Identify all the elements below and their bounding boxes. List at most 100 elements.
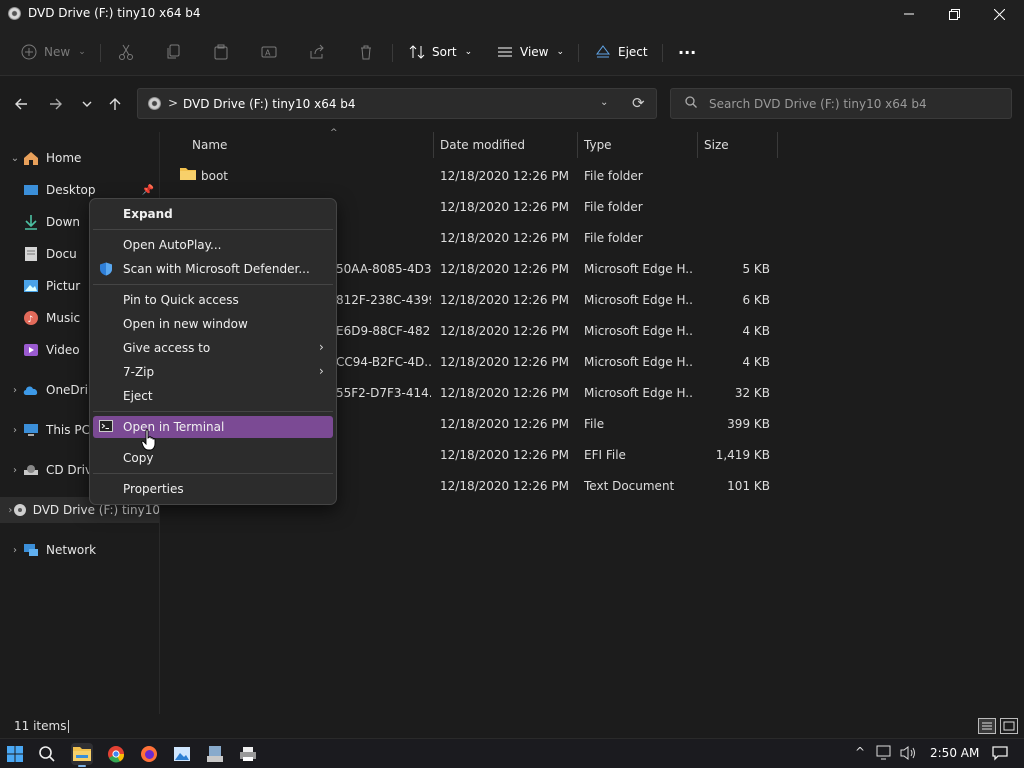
search-box[interactable] <box>670 88 1012 119</box>
menu-item-open-autoplay[interactable]: Open AutoPlay... <box>93 234 333 256</box>
column-header-size[interactable]: Size <box>698 132 778 158</box>
taskbar-search-button[interactable] <box>36 743 58 765</box>
nav-item-label: This PC <box>46 423 90 437</box>
file-date: 12/18/2020 12:26 PM <box>440 355 569 369</box>
menu-divider <box>93 229 333 230</box>
large-icons-view-button[interactable] <box>1000 718 1018 734</box>
menu-item-scan-defender[interactable]: Scan with Microsoft Defender... <box>93 258 333 280</box>
volume-icon[interactable] <box>900 745 918 764</box>
back-button[interactable] <box>10 90 32 118</box>
up-button[interactable] <box>104 90 126 118</box>
dvd-drive-icon <box>13 502 27 518</box>
chevron-right-icon[interactable]: › <box>8 545 22 556</box>
windows-logo-icon <box>7 746 23 762</box>
chevron-down-icon[interactable]: ⌄ <box>600 97 608 108</box>
menu-item-pin-quick-access[interactable]: Pin to Quick access <box>93 289 333 311</box>
command-bar: New ⌄ A Sort ⌄ View ⌄ Eject ··· <box>0 28 1024 76</box>
restore-button[interactable] <box>931 0 977 28</box>
network-icon <box>22 542 40 558</box>
cut-button[interactable] <box>117 38 135 66</box>
new-label: New <box>44 45 71 59</box>
sort-button[interactable]: Sort ⌄ <box>408 38 472 66</box>
file-date: 12/18/2020 12:26 PM <box>440 448 569 462</box>
chevron-down-icon: ⌄ <box>78 47 86 57</box>
chevron-up-icon[interactable]: ^ <box>855 745 865 759</box>
menu-item-give-access[interactable]: Give access to › <box>93 337 333 359</box>
file-date: 12/18/2020 12:26 PM <box>440 417 569 431</box>
file-type: File folder <box>584 231 643 245</box>
new-button[interactable]: New ⌄ <box>20 38 86 66</box>
chevron-right-icon[interactable]: › <box>8 425 22 436</box>
delete-button[interactable] <box>357 38 375 66</box>
pin-icon: 📌 <box>141 184 154 196</box>
chevron-down-icon: ⌄ <box>556 47 565 57</box>
refresh-icon[interactable]: ⟳ <box>632 94 645 112</box>
close-button[interactable] <box>976 0 1022 28</box>
nav-item-label: OneDri <box>46 383 88 397</box>
share-icon <box>308 43 326 61</box>
divider <box>100 44 101 62</box>
file-date: 12/18/2020 12:26 PM <box>440 169 569 183</box>
file-type: Text Document <box>584 479 675 493</box>
menu-item-expand[interactable]: Expand <box>93 203 333 225</box>
nav-item-home[interactable]: ⌄ Home <box>0 145 159 171</box>
taskbar-file-explorer[interactable] <box>71 743 93 767</box>
menu-item-open-new-window[interactable]: Open in new window <box>93 313 333 335</box>
eject-button[interactable]: Eject <box>594 38 648 66</box>
taskbar-firefox[interactable] <box>138 743 160 765</box>
paste-button[interactable] <box>212 38 230 66</box>
column-header-date[interactable]: Date modified <box>434 132 578 158</box>
file-type: Microsoft Edge H... <box>584 386 694 400</box>
search-input[interactable] <box>709 95 999 113</box>
menu-item-open-terminal[interactable]: Open in Terminal <box>93 416 333 438</box>
forward-button[interactable] <box>45 90 67 118</box>
shield-icon <box>100 262 112 276</box>
arrow-left-icon <box>15 98 27 110</box>
network-status-icon[interactable] <box>876 745 894 764</box>
details-view-button[interactable] <box>978 718 996 734</box>
column-header-type[interactable]: Type <box>578 132 698 158</box>
file-row-boot[interactable]: boot 12/18/2020 12:26 PM File folder <box>161 161 781 192</box>
file-type: File folder <box>584 169 643 183</box>
share-button[interactable] <box>308 38 326 66</box>
recent-locations-button[interactable] <box>76 90 98 118</box>
address-bar[interactable]: > DVD Drive (F:) tiny10 x64 b4 ⌄ ⟳ <box>137 88 657 119</box>
chevron-right-icon[interactable]: › <box>8 385 22 396</box>
download-icon <box>22 214 40 230</box>
desktop-icon <box>22 182 40 198</box>
chevron-down-icon[interactable]: ⌄ <box>8 153 22 164</box>
column-label: Name <box>192 138 228 152</box>
nav-item-label: CD Driv <box>46 463 93 477</box>
file-size: 6 KB <box>742 293 770 307</box>
taskbar-app[interactable] <box>237 743 259 765</box>
taskbar-app[interactable] <box>204 743 226 765</box>
nav-item-label: Network <box>46 543 97 557</box>
search-icon <box>39 746 55 762</box>
rename-button[interactable]: A <box>260 38 278 66</box>
menu-item-copy[interactable]: Copy <box>93 447 333 469</box>
taskbar-chrome[interactable] <box>105 743 127 765</box>
close-icon <box>993 8 1005 20</box>
cd-drive-icon <box>22 462 40 478</box>
svg-text:♪: ♪ <box>28 315 34 325</box>
menu-item-eject[interactable]: Eject <box>93 385 333 407</box>
nav-item-network[interactable]: › Network <box>0 537 159 563</box>
view-button[interactable]: View ⌄ <box>496 38 564 66</box>
notifications-icon[interactable] <box>992 745 1008 764</box>
clipboard-icon <box>212 43 230 61</box>
window-title: DVD Drive (F:) tiny10 x64 b4 <box>28 6 201 20</box>
breadcrumb-path[interactable]: DVD Drive (F:) tiny10 x64 b4 <box>183 97 356 111</box>
menu-item-7zip[interactable]: 7-Zip › <box>93 361 333 383</box>
column-header-name[interactable]: ^ Name <box>186 128 434 158</box>
start-button[interactable] <box>4 743 26 765</box>
taskbar-photos[interactable] <box>171 743 193 765</box>
folder-icon <box>180 168 196 180</box>
more-options-button[interactable]: ··· <box>678 38 696 66</box>
chevron-right-icon[interactable]: › <box>8 465 22 476</box>
copy-button[interactable] <box>164 38 182 66</box>
tiles-view-icon <box>1003 721 1015 731</box>
menu-item-properties[interactable]: Properties <box>93 478 333 500</box>
minimize-button[interactable] <box>886 0 932 28</box>
sort-ascending-icon: ^ <box>330 128 338 138</box>
taskbar-clock[interactable]: 2:50 AM <box>930 746 979 760</box>
